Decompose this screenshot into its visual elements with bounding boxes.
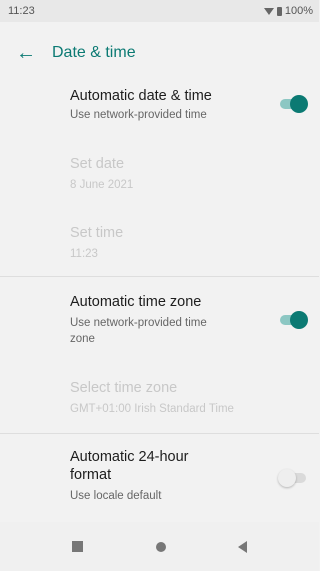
setting-select-time-zone[interactable]: Select time zone GMT+01:00 Irish Standar… bbox=[0, 375, 319, 430]
setting-title: Automatic time zone bbox=[70, 294, 202, 310]
setting-subtitle: Use network-provided time bbox=[70, 109, 207, 121]
setting-automatic-time-zone[interactable]: Automatic time zone Use network-provided… bbox=[0, 290, 319, 356]
automatic-date-time-toggle[interactable] bbox=[278, 93, 308, 113]
setting-title: Set time bbox=[70, 225, 124, 241]
setting-title: Set date bbox=[70, 156, 125, 172]
setting-automatic-24-hour[interactable]: Automatic 24-hour format Use locale defa… bbox=[0, 446, 319, 508]
setting-subtitle: Use locale default bbox=[70, 490, 162, 502]
setting-value: 11:23 bbox=[70, 248, 98, 260]
setting-automatic-date-time[interactable]: Automatic date & time Use network-provid… bbox=[0, 84, 319, 134]
status-bar: 11:23 100% bbox=[0, 0, 319, 22]
status-icons: 100% bbox=[263, 5, 313, 17]
setting-set-time[interactable]: Set time 11:23 bbox=[0, 220, 319, 275]
setting-value: 8 June 2021 bbox=[70, 179, 134, 191]
toggle-knob bbox=[290, 95, 308, 113]
toggle-knob bbox=[278, 469, 296, 487]
automatic-24-hour-toggle[interactable] bbox=[278, 467, 308, 487]
app-bar: ← Date & time bbox=[0, 22, 319, 84]
setting-value: GMT+01:00 Irish Standard Time bbox=[70, 403, 234, 415]
setting-set-date[interactable]: Set date 8 June 2021 bbox=[0, 150, 319, 210]
toggle-knob bbox=[290, 311, 308, 329]
automatic-time-zone-toggle[interactable] bbox=[278, 309, 308, 329]
page-title: Date & time bbox=[52, 44, 136, 61]
section-divider bbox=[0, 433, 319, 434]
status-time: 11:23 bbox=[8, 5, 35, 17]
section-divider bbox=[0, 276, 319, 277]
home-circle-icon[interactable] bbox=[155, 541, 166, 552]
setting-subtitle-cont: zone bbox=[70, 333, 95, 345]
setting-title: Select time zone bbox=[70, 380, 178, 396]
navigation-bar bbox=[0, 522, 319, 571]
wifi-icon bbox=[263, 7, 274, 15]
arrow-back-icon[interactable]: ← bbox=[0, 43, 52, 63]
setting-title: Automatic 24-hour bbox=[70, 449, 189, 465]
battery-icon bbox=[276, 6, 282, 16]
recents-square-icon[interactable] bbox=[72, 541, 84, 552]
back-triangle-icon[interactable] bbox=[237, 540, 247, 553]
setting-title-cont: format bbox=[70, 467, 112, 483]
setting-subtitle: Use network-provided time bbox=[70, 317, 207, 329]
setting-title: Automatic date & time bbox=[70, 88, 212, 104]
battery-level: 100% bbox=[284, 5, 313, 17]
